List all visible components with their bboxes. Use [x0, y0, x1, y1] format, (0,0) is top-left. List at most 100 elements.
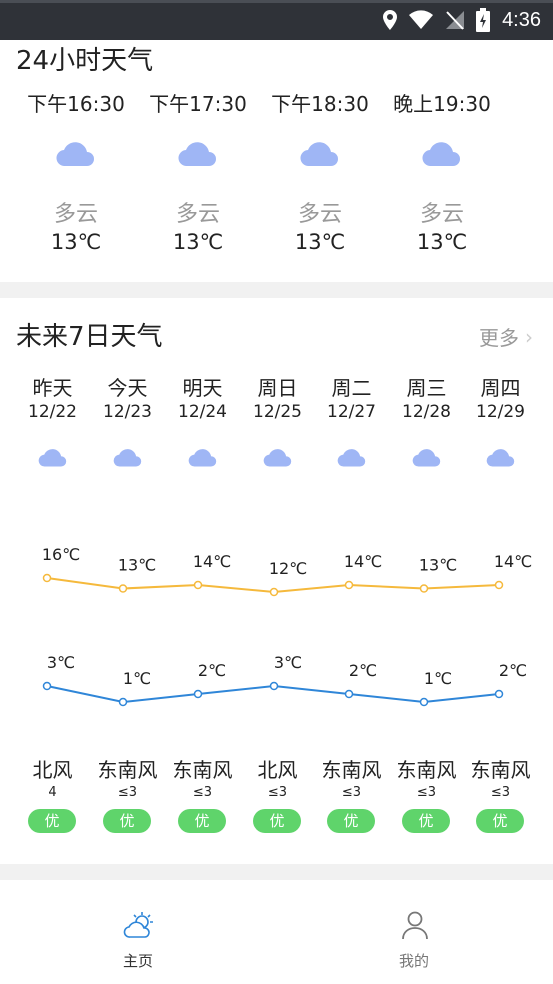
user-icon	[402, 911, 428, 940]
cloud-icon	[300, 142, 338, 167]
day-date: 12/23	[103, 402, 152, 422]
tab-home-label: 主页	[122, 952, 153, 970]
aqi-badge: 优	[103, 809, 151, 833]
chevron-right-icon: ›	[525, 324, 533, 349]
forecast-card: 未来7日天气 更多 › 16℃ 13℃ 14℃ 12℃ 14℃ 13℃ 14℃ 3℃ 1℃ 2℃ 3…	[0, 298, 553, 864]
forecast-title: 未来7日天气	[16, 322, 163, 352]
high-temp-point	[118, 584, 128, 593]
battery-charging-icon	[476, 8, 491, 32]
hour-desc: 多云	[53, 202, 98, 227]
cloud-icon	[188, 449, 217, 467]
wind-level: 4	[48, 785, 57, 800]
cloud-icon	[56, 142, 94, 167]
wind-direction: 东南风	[470, 758, 531, 782]
low-temp-label: 1℃	[123, 669, 151, 688]
cloud-icon	[113, 449, 142, 467]
day-name: 今天	[107, 376, 148, 400]
tab-mine-label: 我的	[398, 952, 429, 970]
cloud-icon	[178, 142, 216, 167]
day-name: 昨天	[32, 376, 73, 400]
more-link[interactable]: 更多 ›	[479, 322, 533, 351]
wind-level: ≤3	[490, 785, 511, 800]
cloud-icon	[263, 449, 292, 467]
hour-temp: 13℃	[50, 230, 102, 254]
hour-desc: 多云	[175, 202, 220, 227]
aqi-badge: 优	[402, 809, 450, 833]
day-date: 12/27	[327, 402, 376, 422]
day-date: 12/28	[402, 402, 451, 422]
high-temp-point	[494, 580, 504, 590]
hour-temp: 13℃	[294, 230, 346, 254]
hourly-title: 24小时天气	[16, 46, 154, 76]
status-bar-edge	[0, 0, 553, 3]
hour-time: 晚上19:30	[393, 92, 491, 116]
day-date: 12/25	[253, 402, 302, 422]
low-temp-point	[269, 681, 279, 691]
high-temp-label: 13℃	[419, 556, 457, 575]
low-temp-point	[42, 681, 52, 691]
low-temp-label: 3℃	[274, 653, 302, 672]
cloud-icon	[422, 142, 460, 167]
low-temp-label: 3℃	[47, 653, 75, 672]
low-temp-point	[494, 689, 504, 699]
wind-level: ≤3	[416, 785, 437, 800]
day-name: 周日	[257, 376, 298, 400]
cloud-icon	[38, 449, 67, 467]
day-name: 明天	[182, 376, 223, 400]
high-temp-line	[46, 577, 500, 594]
day-date: 12/29	[476, 402, 525, 422]
tab-home[interactable]: 主页	[0, 880, 276, 984]
hour-desc: 多云	[297, 202, 342, 227]
wind-level: ≤3	[341, 785, 362, 800]
day-date: 12/24	[178, 402, 227, 422]
no-signal-icon	[444, 9, 466, 31]
aqi-badge: 优	[476, 809, 524, 833]
bottom-tab-bar: 主页 我的	[0, 880, 553, 984]
low-temp-label: 2℃	[198, 661, 226, 680]
cloud-icon	[412, 449, 441, 467]
high-temp-label: 13℃	[118, 556, 156, 575]
hour-time: 下午18:30	[271, 92, 369, 116]
hour-desc: 多云	[419, 202, 464, 227]
high-temp-label: 14℃	[193, 552, 231, 571]
high-temp-point	[42, 573, 52, 583]
hour-temp: 13℃	[416, 230, 468, 254]
high-temp-point	[344, 580, 354, 590]
high-temp-label: 14℃	[494, 552, 532, 571]
high-temp-label: 16℃	[42, 545, 80, 564]
high-temp-label: 14℃	[344, 552, 382, 571]
high-temp-label: 12℃	[269, 559, 307, 578]
low-temp-line	[46, 684, 500, 704]
hourly-weather-card: 24小时天气 下午16:30 多云 13℃ 下午17:30 多云 13℃ 下午1…	[0, 40, 553, 282]
hour-temp: 13℃	[172, 230, 224, 254]
low-temp-point	[118, 697, 128, 707]
aqi-badge: 优	[327, 809, 375, 833]
day-name: 周三	[406, 376, 447, 400]
day-date: 12/22	[28, 402, 77, 422]
low-temp-label: 2℃	[349, 661, 377, 680]
wind-level: ≤3	[267, 785, 288, 800]
low-temp-label: 1℃	[424, 669, 452, 688]
wind-level: ≤3	[192, 785, 213, 800]
tab-mine[interactable]: 我的	[276, 880, 552, 984]
more-label: 更多	[479, 326, 519, 350]
aqi-badge: 优	[253, 809, 301, 833]
high-temp-point	[269, 587, 279, 597]
low-temp-point	[193, 689, 203, 699]
high-temp-point	[193, 580, 203, 590]
aqi-badge: 优	[28, 809, 76, 833]
cloud-icon	[337, 449, 366, 467]
cloud-icon	[486, 449, 515, 467]
wifi-icon	[408, 10, 434, 30]
wind-level: ≤3	[117, 785, 138, 800]
location-icon	[382, 9, 398, 31]
low-temp-label: 2℃	[499, 661, 527, 680]
weather-home-icon	[123, 912, 153, 938]
aqi-badge: 优	[178, 809, 226, 833]
hour-time: 下午17:30	[149, 92, 247, 116]
status-time: 4:36	[502, 8, 541, 31]
high-temp-point	[419, 584, 429, 593]
day-name: 周四	[480, 376, 521, 400]
day-name: 周二	[331, 376, 372, 400]
status-icons: 4:36	[382, 6, 541, 34]
